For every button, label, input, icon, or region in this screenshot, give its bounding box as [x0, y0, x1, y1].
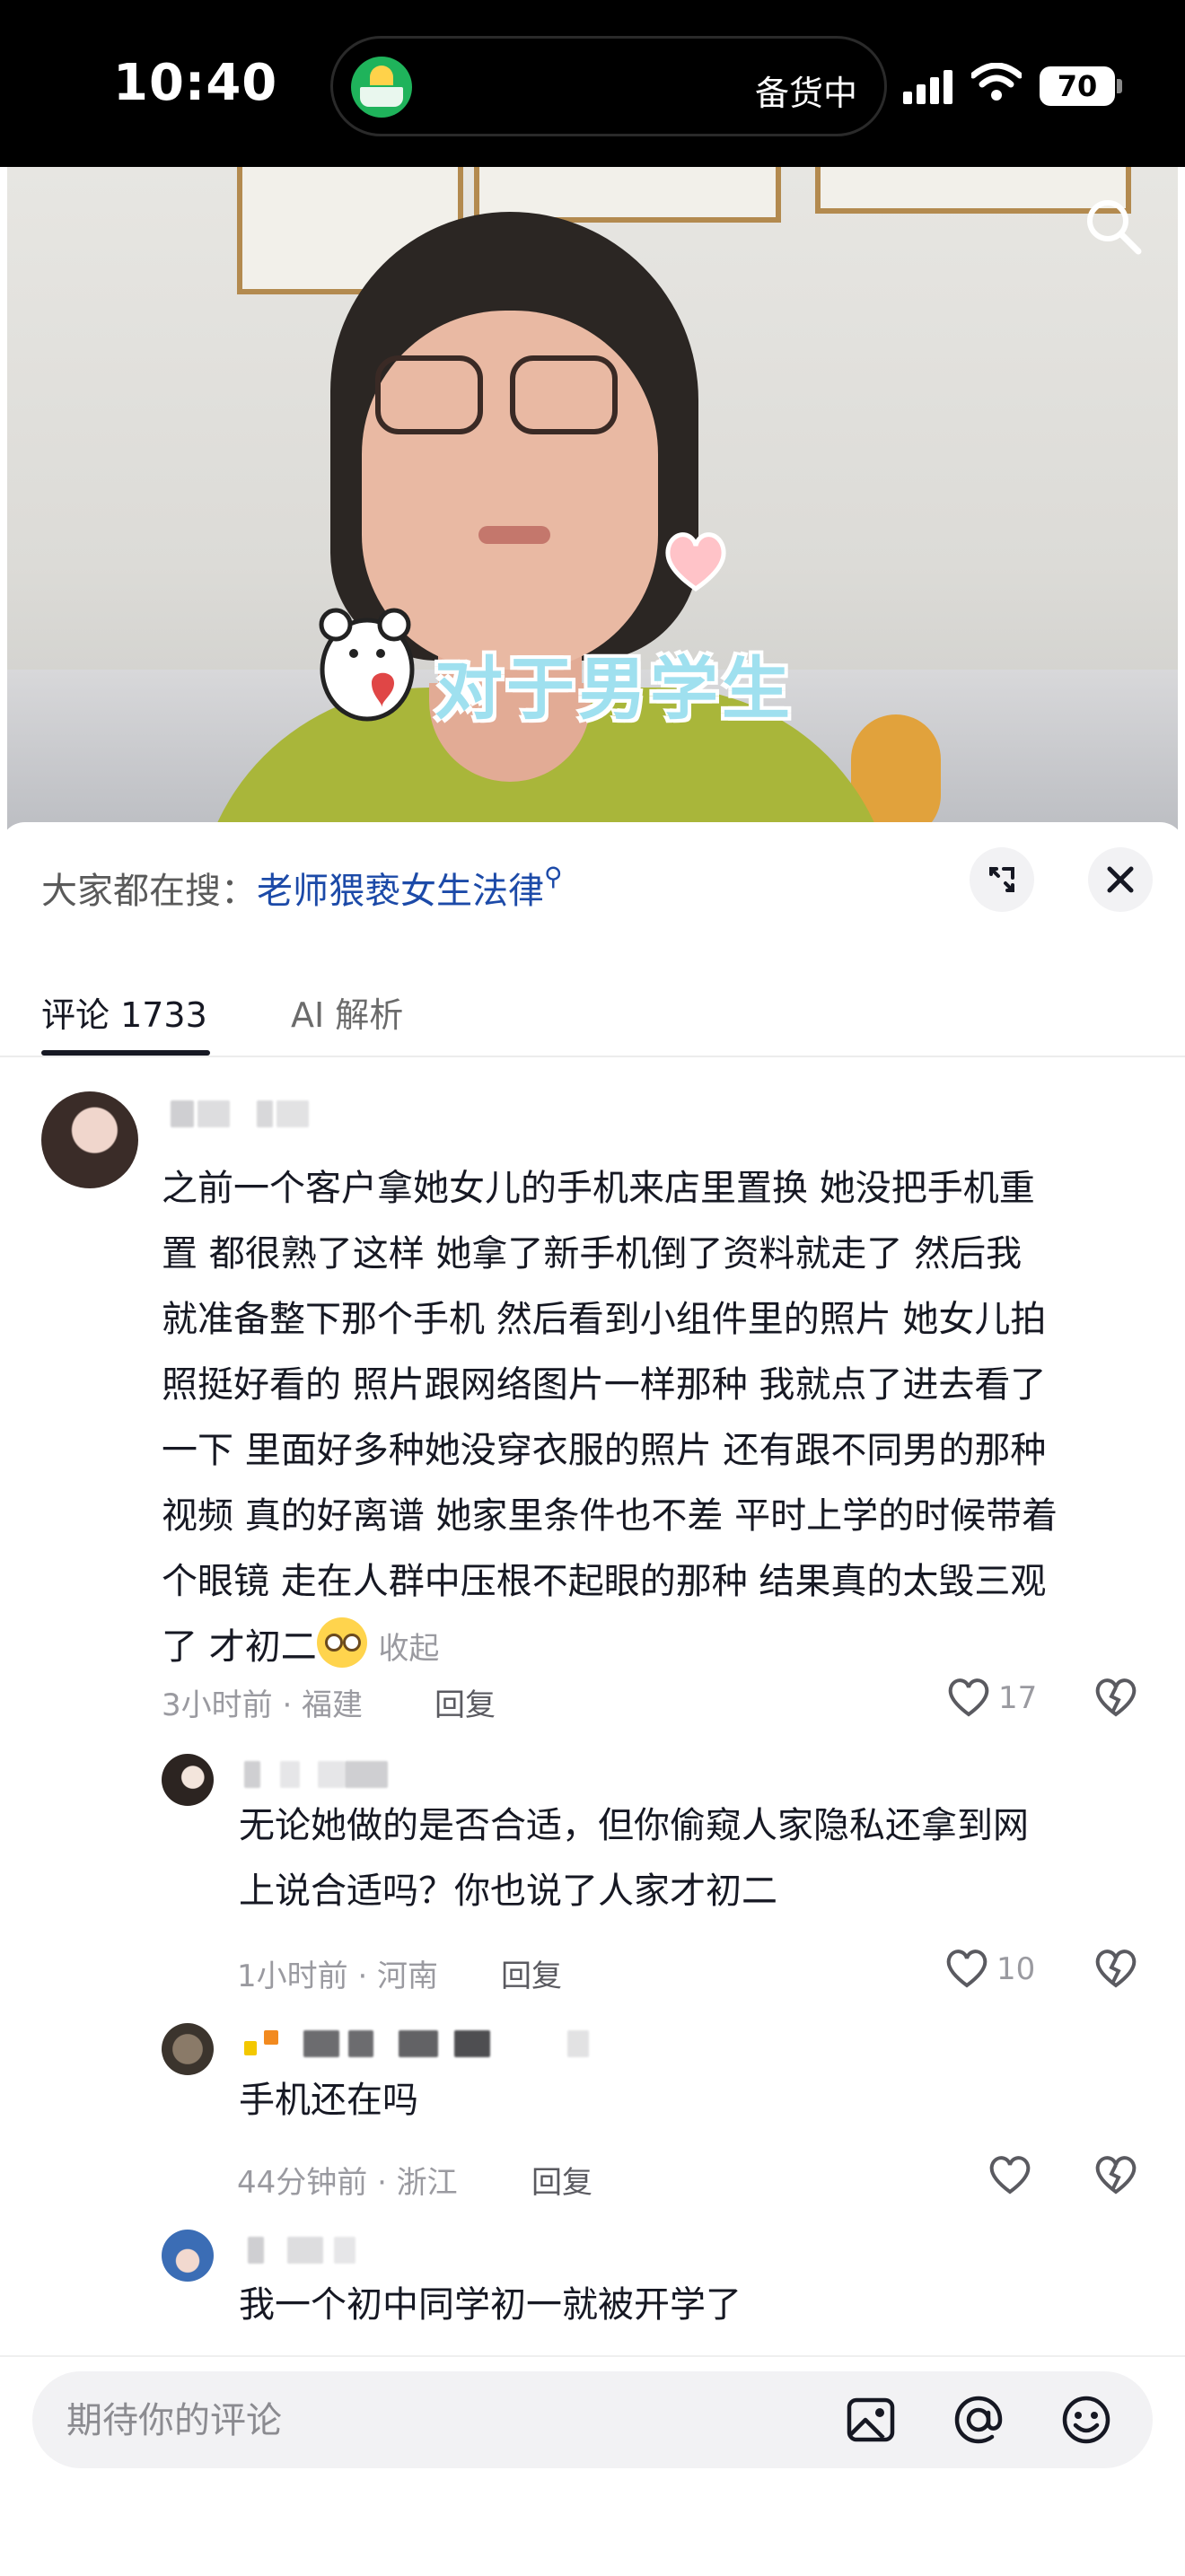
hot-search-prefix: 大家都在搜：	[41, 871, 257, 912]
username-blurred[interactable]	[244, 1761, 406, 1788]
video-player[interactable]: 对于男学生	[7, 167, 1178, 831]
person-mouth	[478, 526, 550, 544]
comment-line: 上说合适吗？你也说了人家才初二	[239, 1871, 777, 1912]
emoji-icon[interactable]	[1059, 2393, 1113, 2447]
battery-tip	[1117, 79, 1122, 93]
glasses-right	[510, 355, 618, 434]
comment-line: 无论她做的是否合适，但你偷窥人家隐私还拿到网	[239, 1805, 1029, 1846]
tab-comments[interactable]: 评论 1733	[41, 987, 207, 1037]
comment-line: 我一个初中同学初一就被开学了	[239, 2284, 742, 2326]
comment-line: 视频 真的好离谱 她家里条件也不差 平时上学的时候带着	[162, 1495, 1058, 1537]
username-blurred[interactable]	[244, 2030, 621, 2057]
comment-line: 置 都很熟了这样 她拿了新手机倒了资料就走了 然后我	[162, 1233, 1023, 1275]
reply-button[interactable]: 回复	[531, 2158, 592, 2202]
like-count: 10	[996, 1951, 1036, 1987]
comment-sheet: 大家都在搜：老师猥亵女生法律⚲ 评论 1733 AI 解析 之前一个客户拿她女儿…	[0, 822, 1185, 2574]
video-sticker-text: 对于男学生	[434, 649, 794, 729]
battery-indicator: 70	[1040, 66, 1115, 106]
dizzy-face-emoji-icon	[316, 1617, 367, 1668]
comment-line-last: 了 才初二 收起	[162, 1615, 1158, 1682]
search-icon[interactable]	[1081, 194, 1146, 258]
comment-meta: 1小时前 · 河南	[237, 1958, 439, 1994]
avatar[interactable]	[162, 1754, 214, 1806]
comment-text: 我一个初中同学初一就被开学了	[239, 2273, 1137, 2338]
heart-icon[interactable]	[946, 1677, 991, 1718]
image-icon[interactable]	[844, 2393, 898, 2447]
comment-meta: 3小时前 · 福建	[162, 1687, 364, 1723]
expand-icon	[989, 867, 1014, 892]
bear-sticker-icon	[319, 608, 415, 722]
cellular-signal-icon	[903, 68, 953, 104]
avatar[interactable]	[162, 2230, 214, 2282]
comment-tabs: 评论 1733 AI 解析	[0, 957, 1185, 1057]
hot-search-bar[interactable]: 大家都在搜：老师猥亵女生法律⚲	[41, 862, 563, 914]
shopping-app-icon	[351, 57, 412, 118]
reply-button[interactable]: 回复	[501, 1951, 562, 1995]
tab-ai-analysis[interactable]: AI 解析	[291, 987, 403, 1037]
collapse-link[interactable]: 收起	[378, 1631, 439, 1667]
close-button[interactable]	[1088, 847, 1153, 912]
comment-text: 无论她做的是否合适，但你偷窥人家隐私还拿到网 上说合适吗？你也说了人家才初二	[239, 1793, 1137, 1924]
username-blurred[interactable]	[244, 2237, 406, 2264]
status-time: 10:40	[113, 54, 278, 112]
expand-button[interactable]	[970, 847, 1034, 912]
comment-line: 个眼镜 走在人群中压根不起眼的那种 结果真的太毁三观	[162, 1561, 1047, 1602]
dislike-icon[interactable]	[1093, 1677, 1138, 1718]
dislike-icon[interactable]	[1093, 1948, 1138, 1989]
wifi-icon	[971, 63, 1022, 101]
comment-composer-bar	[0, 2355, 1185, 2576]
heart-sticker-icon	[665, 532, 726, 592]
active-tab-indicator	[41, 1050, 210, 1056]
comment-line: 就准备整下那个手机 然后看到小组件里的照片 她女儿拍	[162, 1299, 1047, 1340]
comment-meta: 44分钟前 · 浙江	[237, 2165, 458, 2201]
close-icon	[1107, 866, 1134, 893]
comment-input-container[interactable]	[32, 2371, 1153, 2470]
island-status-text: 备货中	[754, 74, 857, 113]
heart-icon[interactable]	[988, 2154, 1032, 2195]
dislike-icon[interactable]	[1093, 2154, 1138, 2195]
comment-line: 之前一个客户拿她女儿的手机来店里置换 她没把手机重	[162, 1168, 1035, 1209]
comment-line: 手机还在吗	[239, 2080, 418, 2121]
glasses-left	[375, 355, 483, 434]
comment-input[interactable]	[65, 2371, 804, 2470]
status-bar: 10:40 备货中 70	[0, 0, 1185, 167]
comment-line: 一下 里面好多种她没穿衣服的照片 还有跟不同男的那种	[162, 1430, 1047, 1471]
comment-line: 了 才初二	[162, 1626, 317, 1668]
search-small-icon: ⚲	[544, 862, 563, 891]
like-count: 17	[998, 1680, 1038, 1716]
comment-text: 之前一个客户拿她女儿的手机来店里置换 她没把手机重 置 都很熟了这样 她拿了新手…	[162, 1156, 1158, 1682]
dynamic-island[interactable]: 备货中	[330, 36, 887, 136]
username-blurred[interactable]	[165, 1100, 345, 1127]
comment-line: 照挺好看的 照片跟网络图片一样那种 我就点了进去看了	[162, 1364, 1047, 1406]
avatar[interactable]	[41, 1091, 138, 1188]
hot-search-keyword[interactable]: 老师猥亵女生法律	[257, 871, 544, 912]
comment-text: 手机还在吗	[239, 2068, 1137, 2134]
avatar[interactable]	[162, 2023, 214, 2075]
heart-icon[interactable]	[944, 1948, 989, 1989]
at-icon[interactable]	[952, 2393, 1005, 2447]
reply-button[interactable]: 回复	[434, 1680, 496, 1724]
